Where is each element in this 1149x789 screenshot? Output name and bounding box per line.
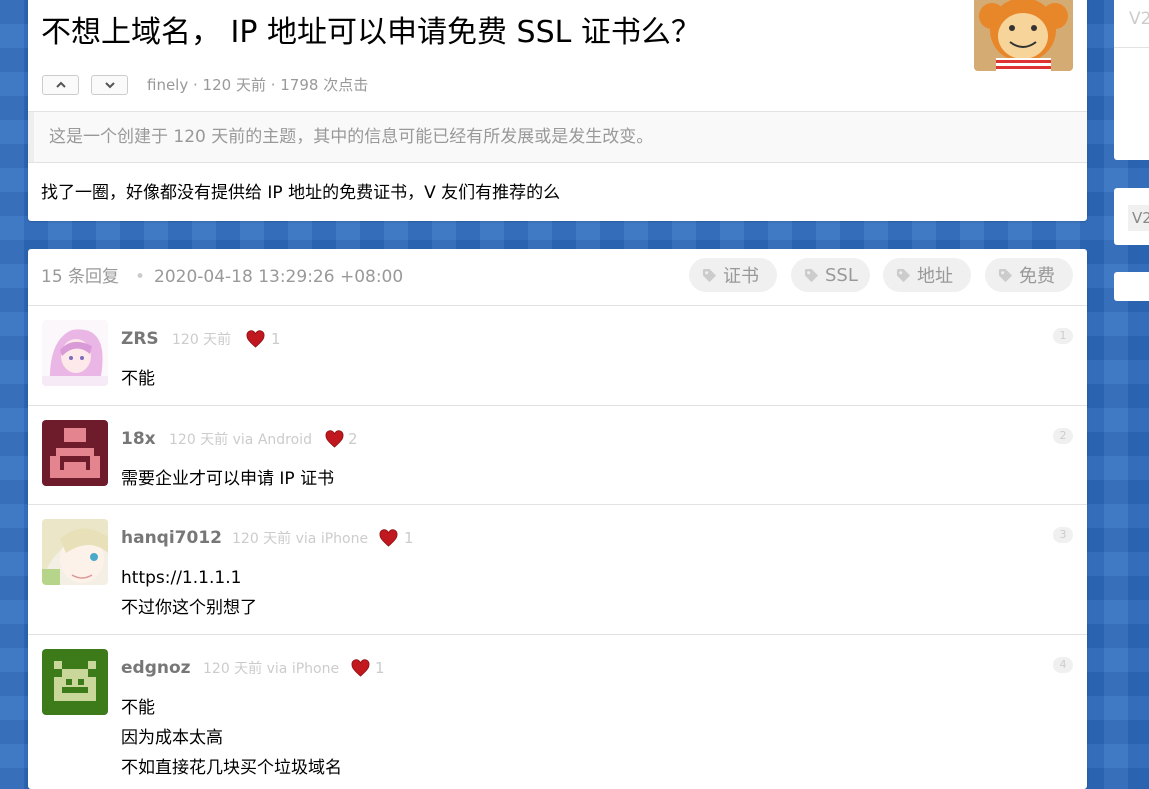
sidebar-title: V2 (1129, 9, 1149, 29)
floor-number: 2 (1053, 428, 1073, 444)
reply-username[interactable]: hanqi7012 (121, 527, 222, 549)
upvote-button[interactable] (42, 75, 79, 95)
tag-link[interactable]: SSL (791, 258, 870, 292)
outdated-notice-text: 这是一个创建于 120 天前的主题，其中的信息可能已经有所发展或是发生改变。 (49, 127, 654, 147)
user-avatar[interactable] (42, 649, 108, 715)
meta-separator: · (265, 76, 281, 94)
topic-author-link[interactable]: finely (147, 76, 188, 94)
tag-icon (702, 268, 717, 282)
topic-time: 120 天前 (202, 76, 266, 94)
sidebar-panel: V2 (1114, 0, 1149, 160)
reply-content: 不能 因为成本太高 不如直接花几块买个垃圾域名 (121, 693, 342, 783)
reply-link[interactable]: https://1.1.1.1 (121, 563, 257, 593)
tag-label: 证书 (723, 266, 759, 287)
notice-bar (28, 112, 34, 162)
like-count: 1 (375, 659, 385, 677)
divider (1114, 47, 1149, 48)
reply-time: 120 天前 via iPhone (203, 661, 340, 677)
like-count: 2 (348, 430, 358, 448)
outdated-notice: 这是一个创建于 120 天前的主题，其中的信息可能已经有所发展或是发生改变。 (28, 111, 1087, 163)
user-avatar[interactable] (42, 320, 108, 386)
meta-separator: · (188, 76, 203, 94)
floor-number: 3 (1053, 527, 1073, 543)
sidebar-panel: V2 (1114, 188, 1149, 245)
user-avatar[interactable] (42, 519, 108, 585)
topic-box: 不想上域名， IP 地址可以申请免费 SSL 证书么？ finely · 120… (28, 0, 1087, 221)
tag-icon (998, 268, 1013, 282)
user-avatar[interactable] (42, 420, 108, 486)
reply-time: 120 天前 via iPhone (232, 531, 369, 547)
topic-title: 不想上域名， IP 地址可以申请免费 SSL 证书么？ (41, 15, 701, 50)
reply-content: 不能 (121, 364, 155, 394)
like-count: 1 (271, 330, 281, 348)
reply-line: 需要企业才可以申请 IP 证书 (121, 469, 335, 489)
heart-icon (379, 529, 398, 547)
reply-line: 不能 (121, 698, 155, 718)
chevron-up-icon (55, 81, 66, 88)
tag-label: 地址 (917, 266, 953, 287)
tag-link[interactable]: 证书 (689, 258, 777, 292)
author-avatar[interactable] (974, 0, 1073, 71)
topic-clicks: 1798 次点击 (280, 76, 369, 94)
reply-item: hanqi7012 120 天前 via iPhone 1 3 https://… (28, 505, 1087, 635)
replies-box: 15 条回复 • 2020-04-18 13:29:26 +08:00 证书 S… (28, 249, 1087, 789)
tag-label: SSL (825, 264, 858, 286)
reply-time: 120 天前 (172, 332, 232, 348)
replies-header: 15 条回复 • 2020-04-18 13:29:26 +08:00 证书 S… (28, 249, 1087, 306)
reply-item: 18x 120 天前 via Android 2 2 需要企业才可以申请 IP … (28, 406, 1087, 505)
reply-count: 15 条回复 (41, 267, 120, 287)
reply-item: edgnoz 120 天前 via iPhone 1 4 不能 因为成本太高 不… (28, 635, 1087, 789)
tag-label: 免费 (1019, 266, 1055, 287)
tag-icon (804, 268, 819, 282)
sidebar-chip[interactable]: V2 (1128, 205, 1149, 231)
reply-line: 不过你这个别想了 (121, 598, 257, 618)
tag-link[interactable]: 免费 (985, 258, 1073, 292)
topic-meta: finely · 120 天前 · 1798 次点击 (147, 75, 368, 95)
heart-icon (246, 330, 265, 348)
tag-icon (896, 268, 911, 282)
floor-number: 4 (1053, 657, 1073, 673)
reply-username[interactable]: edgnoz (121, 657, 191, 679)
sidebar-panel (1114, 272, 1149, 301)
reply-content: https://1.1.1.1 不过你这个别想了 (121, 563, 257, 623)
reply-line: 不能 (121, 369, 155, 389)
heart-icon (351, 659, 370, 677)
reply-line: 因为成本太高 (121, 728, 223, 748)
reply-line: 不如直接花几块买个垃圾域名 (121, 758, 342, 778)
downvote-button[interactable] (91, 75, 128, 95)
floor-number: 1 (1053, 328, 1073, 344)
chevron-down-icon (104, 82, 115, 89)
reply-time: 120 天前 via Android (169, 432, 312, 448)
heart-icon (325, 430, 344, 448)
reply-item: ZRS 120 天前 1 1 不能 (28, 306, 1087, 406)
reply-content: 需要企业才可以申请 IP 证书 (121, 464, 334, 494)
topic-datetime: 2020-04-18 13:29:26 +08:00 (154, 267, 404, 287)
header-separator: • (135, 267, 146, 287)
tag-link[interactable]: 地址 (883, 258, 971, 292)
topic-content: 找了一圈，好像都没有提供给 IP 地址的免费证书，V 友们有推荐的么 (41, 183, 561, 203)
reply-username[interactable]: 18x (121, 428, 156, 450)
like-count: 1 (404, 529, 414, 547)
reply-username[interactable]: ZRS (121, 328, 159, 350)
